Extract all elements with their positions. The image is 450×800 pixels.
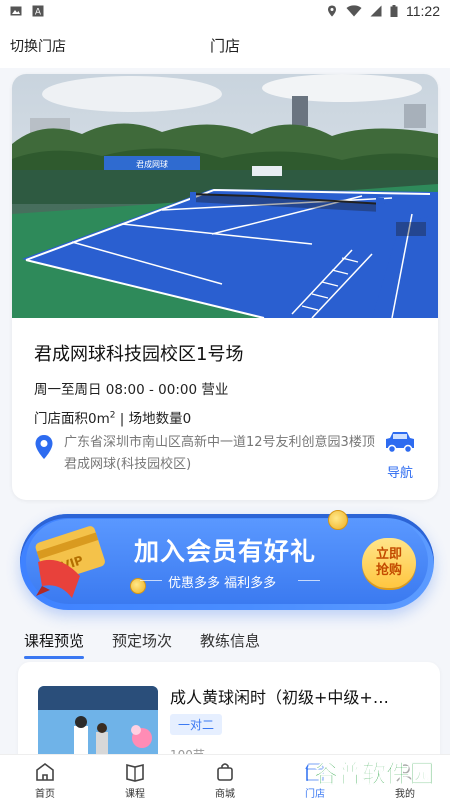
store-area-label: 门店面积0m [34, 411, 110, 427]
nav-home[interactable]: 首页 [0, 755, 90, 800]
image-icon [10, 6, 22, 16]
store-card[interactable]: 君成网球 君成网球科技园校区1号场 周一至周日 08:00 - 00:00 营业… [12, 74, 438, 500]
store-address: 广东省深圳市南山区高新中一道12号友利创意园3楼顶 君成网球(科技园校区) [64, 435, 375, 472]
tab-coach-info[interactable]: 教练信息 [200, 630, 260, 651]
signal-icon [370, 5, 382, 17]
vip-card-icon: VIP [35, 526, 105, 598]
banner-subtitle: 优惠多多 福利多多 [168, 576, 277, 591]
course-title: 成人黄球闲时（初级+中级+… [170, 688, 389, 707]
tab-label: 教练信息 [200, 632, 261, 650]
court-sign: 君成网球 [136, 159, 168, 169]
store-name: 君成网球科技园校区1号场 [34, 344, 244, 365]
car-icon [386, 432, 414, 454]
shopping-bag-icon [217, 763, 233, 781]
location-icon [328, 5, 336, 17]
book-icon [126, 763, 144, 782]
tab-label: 预定场次 [112, 632, 173, 650]
tab-label: 课程预览 [24, 632, 85, 650]
wifi-icon [346, 5, 362, 17]
banner-divider-left [140, 580, 162, 581]
banner-title: 加入会员有好礼 [134, 537, 317, 566]
battery-icon [390, 5, 398, 17]
home-icon [36, 763, 54, 781]
a-icon: A [32, 5, 44, 17]
course-tag: 一对二 [170, 714, 223, 735]
court-photo: 君成网球 [12, 74, 438, 318]
status-right: 11:22 [326, 3, 440, 19]
watermark-logo: 谷普软件园 [308, 756, 440, 788]
active-tab-indicator [24, 656, 85, 659]
svg-text:A: A [35, 8, 42, 18]
banner-divider-right [298, 580, 320, 581]
store-area-rest: | 场地数量0 [115, 411, 192, 427]
status-bar: A 11:22 [0, 0, 450, 22]
coin-icon [328, 510, 348, 530]
navigate-label: 导航 [386, 466, 413, 481]
content-tabs: 课程预览 预定场次 教练信息 [24, 630, 260, 659]
store-address-row: 广东省深圳市南山区高新中一道12号友利创意园3楼顶 君成网球(科技园校区) [34, 432, 394, 476]
navigate-button[interactable]: 导航 [380, 430, 420, 481]
nav-shop[interactable]: 商城 [180, 755, 270, 800]
tab-course-preview[interactable]: 课程预览 [24, 630, 85, 659]
buy-now-line2: 抢购 [375, 563, 402, 578]
nav-courses[interactable]: 课程 [90, 755, 180, 800]
nav-label: 首页 [35, 789, 55, 800]
store-hours: 周一至周日 08:00 - 00:00 营业 [34, 382, 229, 398]
member-banner[interactable]: VIP 加入会员有好礼 优惠多多 福利多多 立即 抢购 [20, 510, 434, 610]
switch-store-button[interactable]: 切换门店 [10, 36, 66, 56]
nav-label: 商城 [215, 789, 235, 800]
status-time: 11:22 [406, 3, 440, 19]
page-title: 门店 [209, 36, 240, 55]
watermark-text: 谷普软件园 [314, 760, 434, 788]
header: 切换门店 门店 [0, 22, 450, 68]
location-pin-icon [35, 435, 53, 459]
buy-now-button[interactable]: 立即 抢购 [362, 538, 416, 588]
store-area: 门店面积0m2 | 场地数量0 [34, 407, 192, 428]
buy-now-line1: 立即 [375, 547, 402, 562]
nav-label: 课程 [125, 789, 145, 800]
tab-booking[interactable]: 预定场次 [112, 630, 172, 651]
status-left: A [10, 5, 44, 17]
